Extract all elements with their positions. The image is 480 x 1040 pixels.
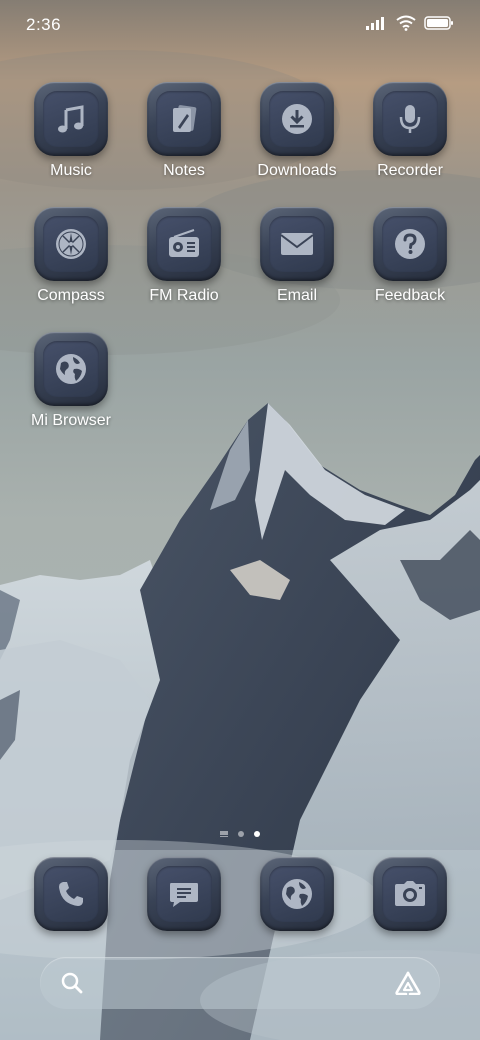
app-feedback[interactable]: Feedback (355, 207, 465, 305)
app-mi-browser[interactable]: Mi Browser (16, 332, 126, 430)
menu-lines-icon (220, 831, 228, 837)
app-compass[interactable]: Compass (16, 207, 126, 305)
assistant-icon[interactable] (394, 971, 422, 1000)
page-indicator[interactable] (0, 831, 480, 837)
wifi-icon (396, 15, 416, 31)
app-email[interactable]: Email (242, 207, 352, 305)
phone-icon (59, 882, 83, 906)
app-tile[interactable] (373, 207, 447, 281)
globe-icon (282, 879, 312, 909)
app-tile[interactable] (260, 207, 334, 281)
app-tile[interactable] (260, 82, 334, 156)
app-tile[interactable] (34, 82, 108, 156)
download-icon (282, 104, 312, 134)
signal-icon (366, 17, 384, 30)
app-label: FM Radio (149, 287, 219, 304)
dock-browser[interactable] (260, 857, 334, 931)
app-label: Recorder (377, 162, 443, 179)
envelope-icon (280, 233, 314, 255)
app-tile[interactable] (147, 82, 221, 156)
dock-tile[interactable] (147, 857, 221, 931)
page-dot-active (254, 831, 260, 837)
compass-icon (56, 229, 86, 259)
microphone-icon (399, 105, 421, 133)
app-notes[interactable]: Notes (129, 82, 239, 180)
app-tile[interactable] (34, 207, 108, 281)
app-downloads[interactable]: Downloads (242, 82, 352, 180)
app-label: Compass (37, 287, 105, 304)
dock-phone[interactable] (34, 857, 108, 931)
dock-messages[interactable] (147, 857, 221, 931)
dock-tile[interactable] (34, 857, 108, 931)
app-tile[interactable] (373, 82, 447, 156)
app-tile[interactable] (147, 207, 221, 281)
app-label: Downloads (257, 162, 337, 179)
page-dot (238, 831, 244, 837)
question-mark-icon (395, 229, 425, 259)
dock-tile[interactable] (373, 857, 447, 931)
app-label: Feedback (374, 287, 446, 304)
battery-icon (424, 16, 453, 30)
radio-icon (169, 229, 199, 257)
app-recorder[interactable]: Recorder (355, 82, 465, 180)
app-music[interactable]: Music (16, 82, 126, 180)
dock-tile[interactable] (260, 857, 334, 931)
status-icons (366, 15, 454, 31)
search-icon[interactable] (60, 971, 84, 1000)
notes-icon (173, 105, 197, 132)
globe-icon (56, 354, 86, 384)
status-bar: 2:36 (0, 0, 480, 50)
music-note-icon (58, 105, 84, 133)
app-label: Mi Browser (30, 412, 111, 429)
app-label: Music (50, 162, 92, 179)
status-time: 2:36 (26, 15, 62, 34)
message-icon (170, 883, 198, 907)
app-label: Notes (163, 162, 205, 179)
dock-camera[interactable] (373, 857, 447, 931)
search-bar[interactable] (40, 957, 440, 1009)
app-label: Email (276, 287, 317, 304)
app-tile[interactable] (34, 332, 108, 406)
app-fm-radio[interactable]: FM Radio (129, 207, 239, 305)
camera-icon (395, 881, 425, 906)
